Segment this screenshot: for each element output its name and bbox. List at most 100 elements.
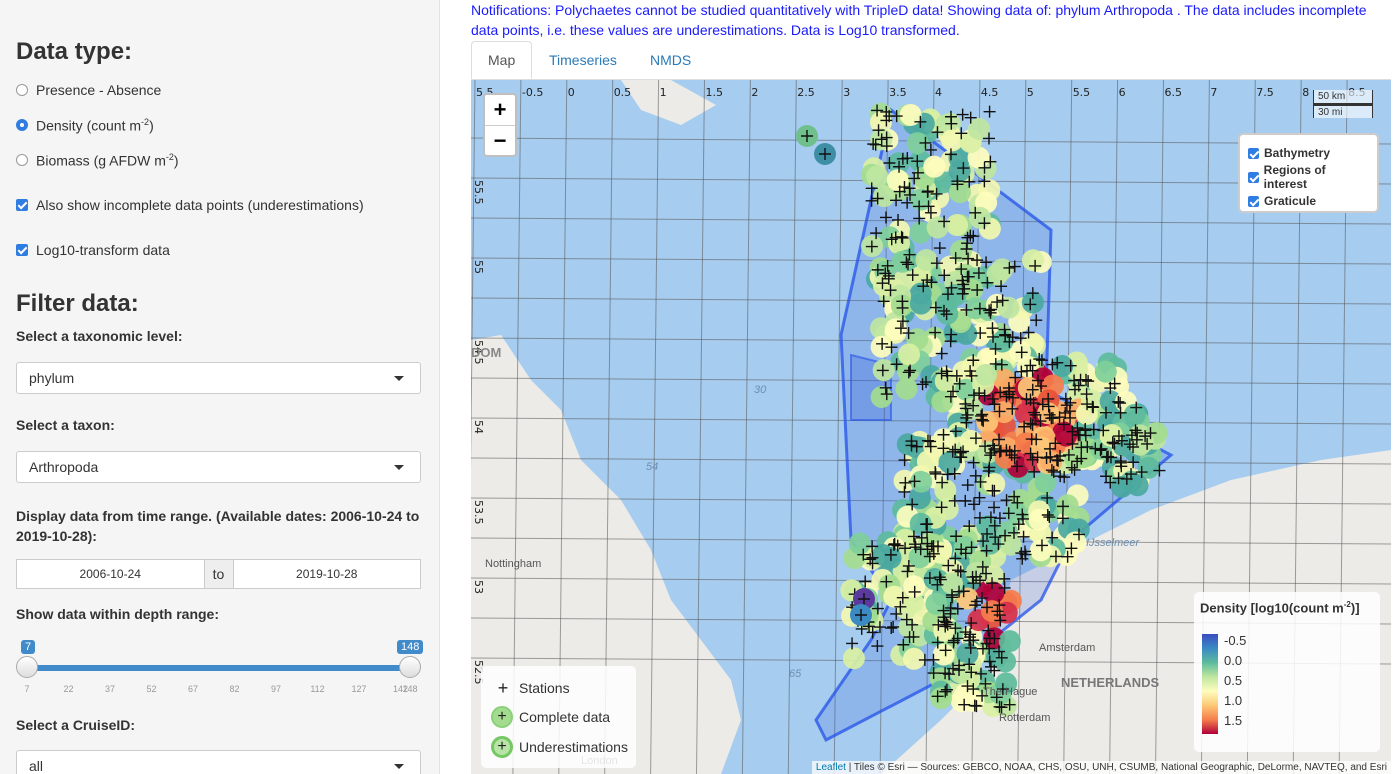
slider-tick-label: 67 [187,684,199,694]
date-to-input[interactable]: 2019-10-28 [232,559,421,589]
radio-button[interactable] [16,154,28,167]
place-label: 30 [754,384,767,396]
slider-tick-label: 7 [24,684,30,694]
tab-map[interactable]: Map [471,41,533,79]
checkbox-checked[interactable] [1248,147,1259,159]
tab-timeseries[interactable]: Timeseries [533,41,633,79]
colorbar-label: 1.5 [1224,713,1243,728]
station-marker [923,155,946,178]
lon-tick-label: 1 [660,86,667,99]
layer-graticule[interactable]: Graticule [1248,189,1369,213]
station-marker [1056,494,1079,517]
slider-tick-label: 97 [270,684,282,694]
depth-range-slider[interactable]: 7 148 7 22 37 52 67 82 97 112 127 142 148 [16,640,424,700]
tab-nmds[interactable]: NMDS [634,41,707,79]
station-marker [932,643,955,666]
lon-tick-label: 2.5 [797,86,815,99]
colorbar-label: -0.5 [1224,633,1247,648]
lon-tick-label: 5.5 [1073,86,1091,99]
checkbox-checked[interactable] [16,244,28,256]
radio-density[interactable]: Density (count m-2) [16,117,154,134]
station-marker [946,214,969,237]
checkbox-label: Log10-transform data [36,242,170,258]
taxon-label: Select a taxon: [16,417,115,433]
checkbox-checked[interactable] [16,199,28,211]
legend-underestimations: + Underestimations [491,736,628,758]
map-attribution: Leaflet | Tiles © Esri — Sources: GEBCO,… [811,761,1391,774]
taxon-select[interactable]: Arthropoda [16,451,421,483]
checkbox-checked[interactable] [1248,195,1259,207]
radio-button-selected[interactable] [16,119,28,132]
station-marker [1094,360,1117,383]
graticule-line [741,80,751,774]
time-range-label: Display data from time range. (Available… [16,508,420,544]
taxonomic-level-label: Select a taxonomic level: [16,328,183,344]
slider-max-handle[interactable] [399,656,421,678]
cruise-label: Select a CruiseID: [16,717,136,733]
layer-bathymetry[interactable]: Bathymetry [1248,141,1369,165]
lon-tick-label: 3 [843,86,850,99]
select-value: Arthropoda [29,459,99,475]
place-label: The Hague [983,686,1037,698]
radio-button[interactable] [16,84,28,96]
layer-label: Graticule [1264,194,1317,208]
slider-min-handle[interactable] [16,656,38,678]
radio-biomass[interactable]: Biomass (g AFDW m-2) [16,152,179,169]
scale-mi: 30 mi [1313,104,1373,118]
slider-max-badge: 148 [397,640,424,654]
place-label: NETHERLANDS [1061,675,1160,690]
station-marker [1021,249,1044,272]
station-marker [902,647,925,670]
radio-presence-absence[interactable]: Presence - Absence [16,82,161,98]
station-marker [866,165,889,188]
zoom-in-button[interactable]: + [485,95,515,126]
station-marker [842,647,865,670]
zoom-out-button[interactable]: − [485,126,515,156]
lon-tick-label: -0.5 [522,86,543,99]
station-marker [870,385,893,408]
station-cross [983,105,996,118]
checkbox-checked[interactable] [1248,171,1259,183]
station-marker [938,451,961,474]
place-label: 54 [646,461,658,473]
plus-icon: + [497,677,509,698]
checkbox-incomplete[interactable]: Also show incomplete data points (undere… [16,197,364,213]
station-marker [1029,539,1052,562]
map-view[interactable]: 5.5 -0.5 0 0.5 1 1.5 2 2.5 3 3.5 4 4.5 55.5 6 6.5 7 7.5 8… [471,80,1391,774]
lat-tick-label: 55.5 [472,180,485,205]
place-label: Rotterdam [999,712,1050,724]
slider-min-badge: 7 [21,640,36,654]
layer-label: Regions of interest [1263,163,1326,191]
station-marker [968,206,991,229]
lon-tick-label: 7.5 [1256,86,1274,99]
station-marker [974,363,997,386]
cruise-select[interactable]: all [16,750,421,774]
slider-track[interactable] [27,665,410,671]
station-marker [994,650,1017,673]
station-marker [915,249,938,272]
slider-tick-label: 22 [63,684,74,694]
colorbar-label: 1.0 [1224,693,1243,708]
slider-tick-label: 52 [146,684,157,694]
data-type-heading: Data type: [16,38,133,65]
leaflet-link[interactable]: Leaflet [816,762,846,773]
lon-tick-label: 6 [1119,86,1126,99]
station-marker [948,159,971,182]
select-value: all [29,758,44,774]
lon-tick-label: 1.5 [706,86,724,99]
caret-down-icon [394,465,404,470]
select-value: phylum [29,370,75,386]
lon-tick-label: 0 [568,86,575,99]
caret-down-icon [394,376,404,381]
lon-tick-label: 7 [1210,86,1217,99]
date-separator: to [204,559,233,589]
date-from-input[interactable]: 2006-10-24 [16,559,205,589]
station-marker [909,292,932,315]
layer-regions[interactable]: Regions of interest [1248,163,1369,191]
notification-text: Notifications: Polychaetes cannot be stu… [471,2,1367,38]
checkbox-log10[interactable]: Log10-transform data [16,242,170,258]
station-marker [898,343,921,366]
taxonomic-level-select[interactable]: phylum [16,362,421,394]
stations-legend: + Stations + Complete data + Underestimatio… [481,666,636,768]
station-marker [899,103,922,126]
